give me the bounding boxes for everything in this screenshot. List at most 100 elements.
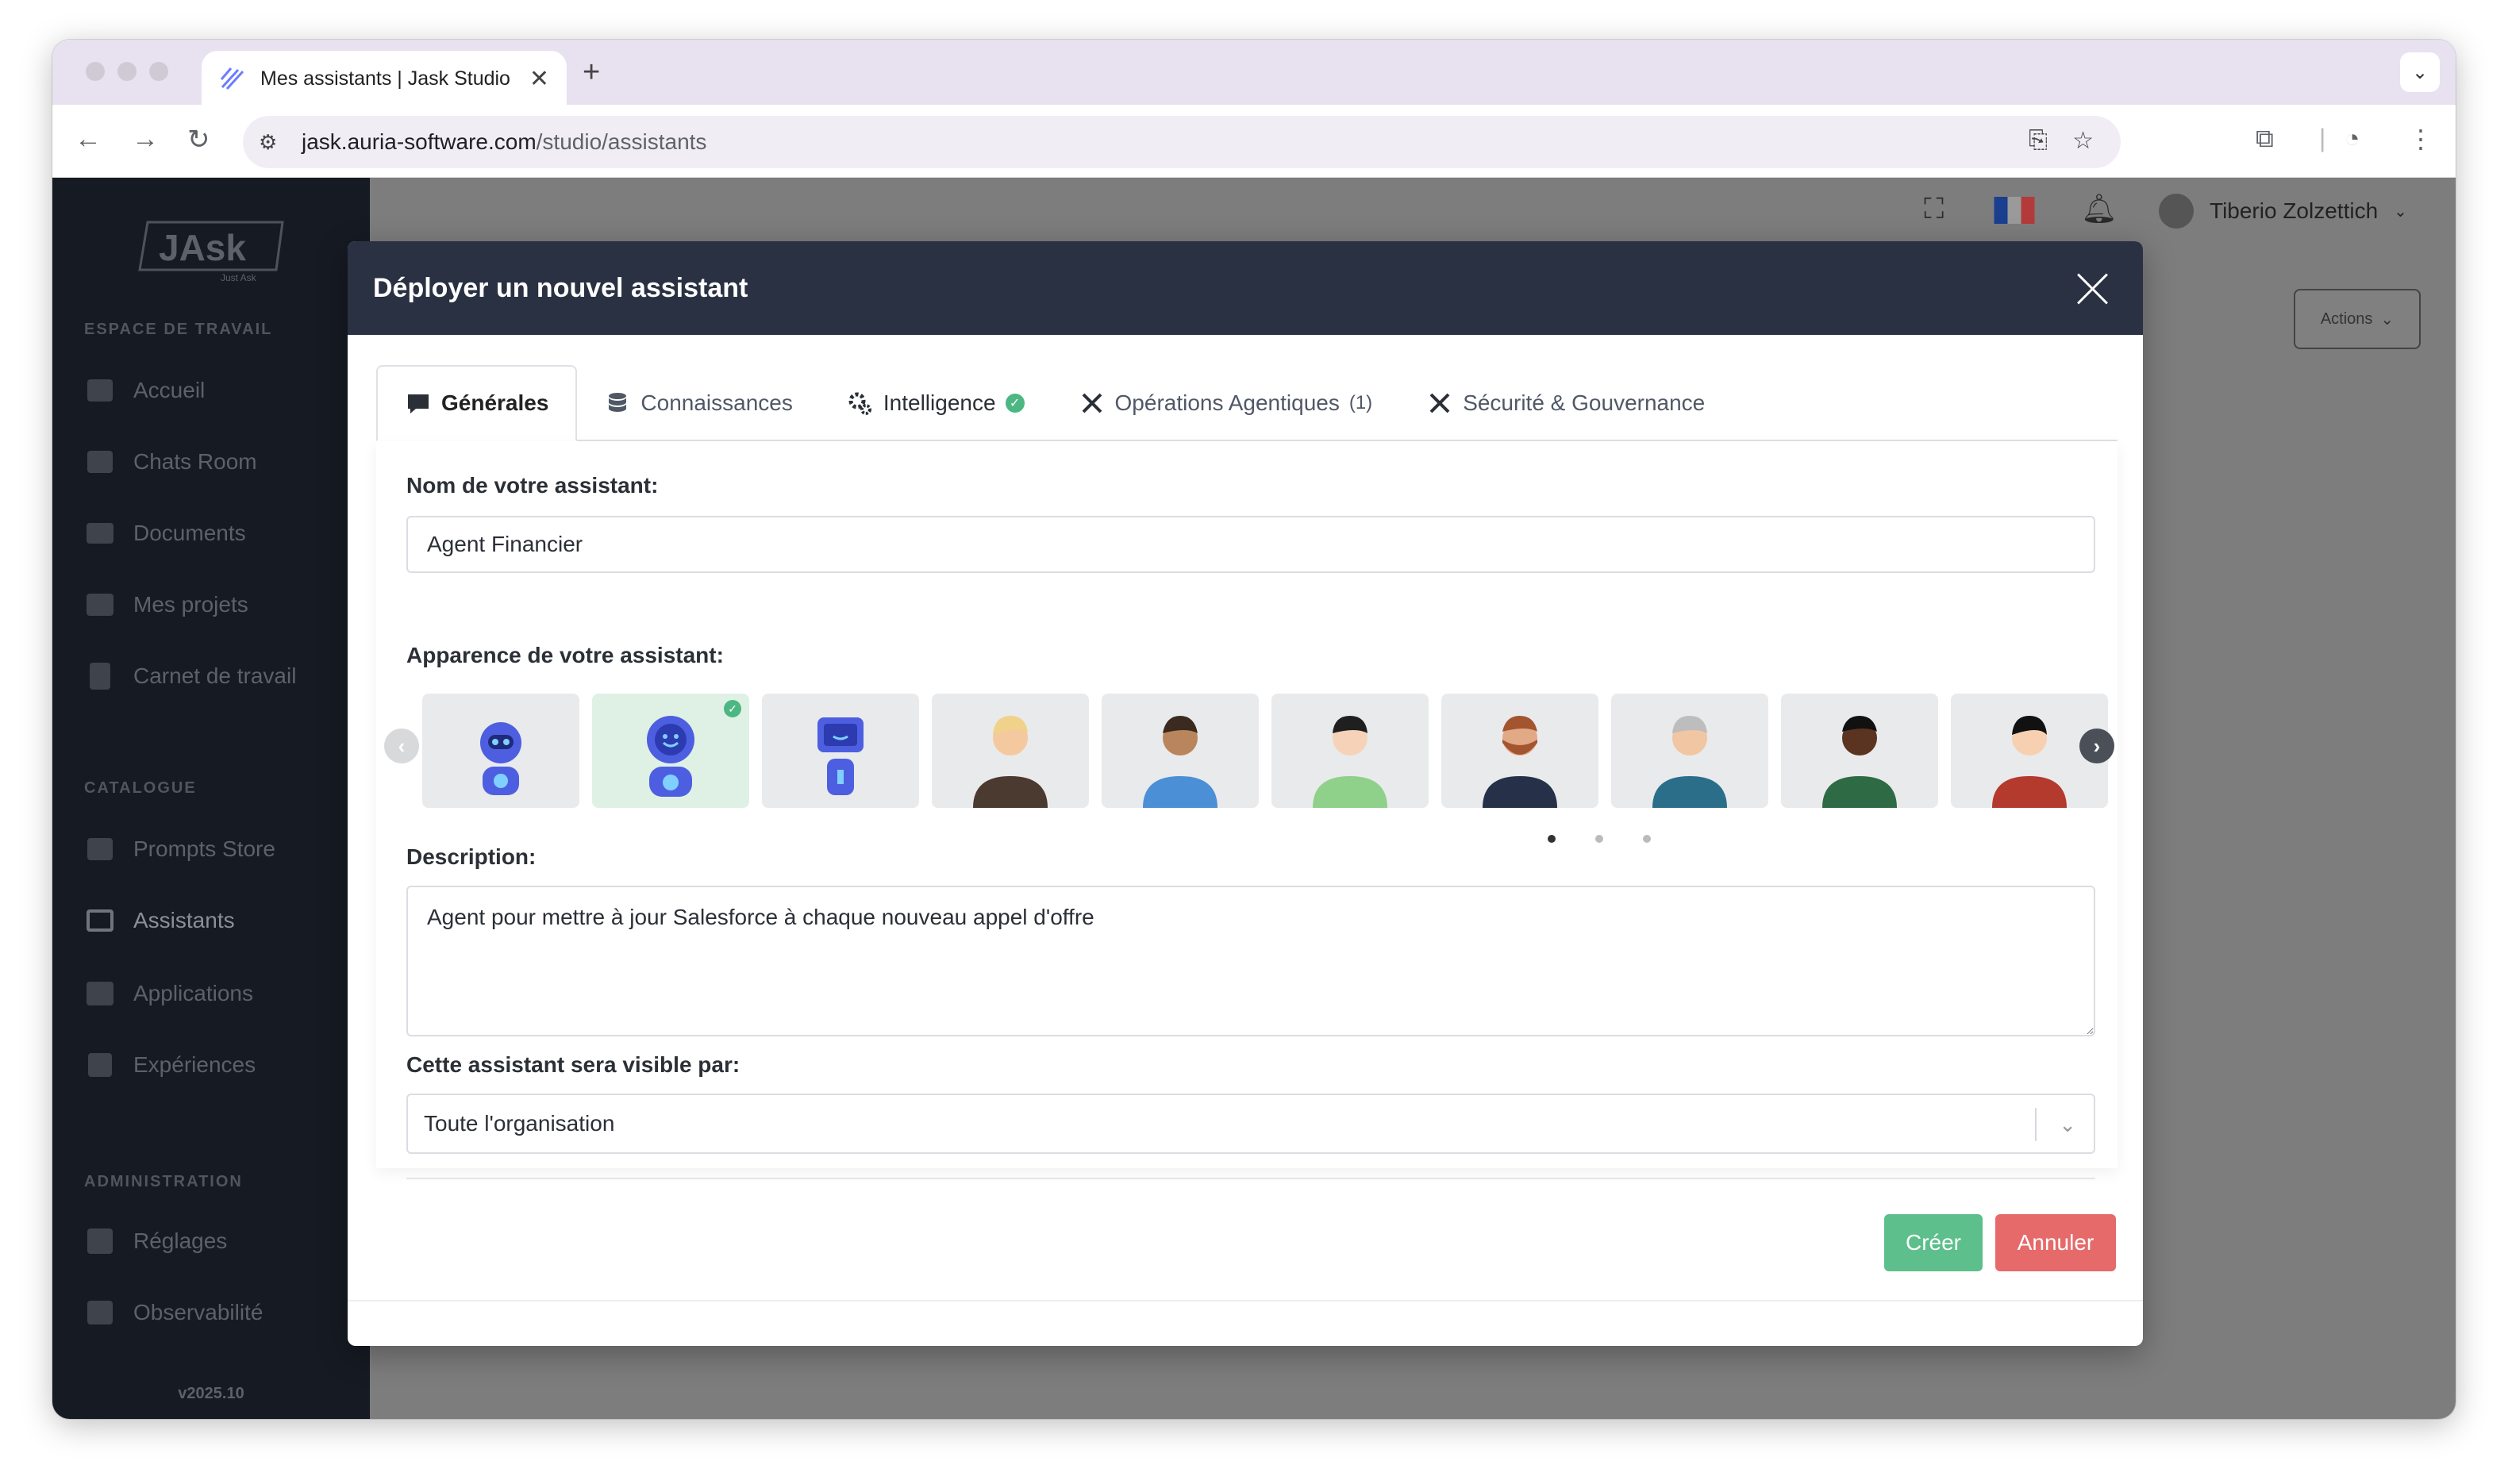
extensions-icon[interactable]: ⧉ <box>2256 124 2274 154</box>
reload-icon[interactable]: ↻ <box>187 124 210 156</box>
general-form: Nom de votre assistant: Apparence de vot… <box>376 441 2118 1179</box>
bar-chart-icon <box>84 1297 116 1328</box>
database-icon <box>609 393 627 412</box>
visibility-value: Toute l'organisation <box>424 1111 615 1136</box>
visibility-label: Cette assistant sera visible par: <box>406 1052 740 1077</box>
check-circle-icon: ✓ <box>1005 394 1025 413</box>
jask-favicon-icon <box>220 67 244 90</box>
tab-title: Mes assistants | Jask Studio <box>260 67 510 90</box>
sidebar-item-experiences[interactable]: Expériences <box>84 1049 256 1081</box>
app-version: v2025.10 <box>178 1385 244 1402</box>
tab-securite-gouvernance[interactable]: Sécurité & Gouvernance <box>1399 365 1732 441</box>
avatar-option[interactable] <box>1271 694 1429 808</box>
create-assistant-modal: Déployer un nouvel assistant Générales C… <box>348 241 2143 1346</box>
cogs-icon <box>848 392 871 415</box>
modal-header: Déployer un nouvel assistant <box>348 241 2143 335</box>
tab-strip: Mes assistants | Jask Studio ✕ + ⌄ <box>52 40 2456 106</box>
back-icon[interactable]: ← <box>75 124 102 155</box>
sidebar-item-assistants[interactable]: Assistants <box>84 905 235 936</box>
sidebar-item-prompts-store[interactable]: Prompts Store <box>84 833 275 865</box>
carousel-dot-active[interactable] <box>1548 835 1556 843</box>
actions-dropdown[interactable]: Actions ⌄ <box>2294 289 2421 349</box>
carousel-dot[interactable] <box>1595 835 1603 843</box>
folder-icon <box>84 517 116 549</box>
description-label: Description: <box>406 844 537 869</box>
notification-bell-icon[interactable]: 🔔︎ <box>2081 192 2118 225</box>
tab-intelligence[interactable]: Intelligence ✓ <box>820 365 1052 441</box>
url-host: jask.auria-software.com <box>302 129 537 154</box>
chevron-right-icon[interactable]: › <box>2079 729 2114 763</box>
tools-icon <box>1429 393 1450 413</box>
avatar-option[interactable] <box>1441 694 1598 808</box>
network-icon <box>84 978 116 1009</box>
user-menu[interactable]: Tiberio Zolzettich ⌄ <box>2159 194 2407 229</box>
description-textarea[interactable]: Agent pour mettre à jour Salesforce à ch… <box>406 886 2095 1036</box>
avatar-option[interactable] <box>1611 694 1768 808</box>
section-catalog: CATALOGUE <box>84 779 197 797</box>
new-tab-button[interactable]: + <box>583 56 600 90</box>
url-path: /studio/assistants <box>536 129 707 154</box>
sidebar-item-mes-projets[interactable]: Mes projets <box>84 589 248 621</box>
divider <box>406 1178 2095 1179</box>
sidebar-item-applications[interactable]: Applications <box>84 978 253 1009</box>
tab-generales[interactable]: Générales <box>376 365 578 441</box>
tab-close-icon[interactable]: ✕ <box>529 65 549 93</box>
monitor-icon <box>84 905 116 936</box>
browser-tab[interactable]: Mes assistants | Jask Studio ✕ <box>202 51 567 106</box>
translate-icon[interactable]: ⎘ <box>2029 127 2048 154</box>
briefcase-icon <box>84 589 116 621</box>
app-area: JAsk Just Ask ESPACE DE TRAVAIL Accueil … <box>52 178 2456 1419</box>
sidebar-item-accueil[interactable]: Accueil <box>84 375 205 406</box>
tools-icon <box>1082 393 1102 413</box>
bookmark-star-icon[interactable]: ☆ <box>2072 127 2094 155</box>
avatar-option[interactable] <box>1781 694 1938 808</box>
language-flag-icon[interactable] <box>1994 197 2035 224</box>
browser-toolbar: ← → ↻ ⚙ jask.auria-software.com/studio/a… <box>52 105 2456 178</box>
avatar-option[interactable] <box>932 694 1089 808</box>
selected-check-icon: ✓ <box>724 700 741 717</box>
modal-tabs: Générales Connaissances Intelligence ✓ O… <box>376 365 2118 441</box>
profile-icon[interactable]: ◔ <box>2345 124 2360 153</box>
chat-icon <box>84 446 116 478</box>
site-settings-icon[interactable]: ⚙ <box>259 130 290 155</box>
avatar-option[interactable] <box>762 694 919 808</box>
avatar <box>2159 194 2194 229</box>
visibility-select[interactable]: Toute l'organisation ⌄ <box>406 1094 2095 1154</box>
close-icon[interactable] <box>2076 273 2108 305</box>
chevron-left-icon[interactable]: ‹ <box>384 729 419 763</box>
name-label: Nom de votre assistant: <box>406 473 659 498</box>
sidebar-item-observabilite[interactable]: Observabilité <box>84 1297 263 1328</box>
section-admin: ADMINISTRATION <box>84 1173 243 1190</box>
avatar-carousel: ‹ ✓ › <box>384 687 2114 808</box>
window-controls[interactable] <box>86 62 168 81</box>
browser-menu-icon[interactable]: ⋮ <box>2408 124 2433 154</box>
svg-text:Just Ask: Just Ask <box>221 272 257 283</box>
tab-operations-agentiques[interactable]: Opérations Agentiques (1) <box>1052 365 1400 441</box>
avatar-option[interactable]: ✓ <box>592 694 749 808</box>
sidebar-item-documents[interactable]: Documents <box>84 517 246 549</box>
tools-icon <box>84 1225 116 1257</box>
jask-logo: JAsk Just Ask <box>138 221 284 283</box>
sidebar: JAsk Just Ask ESPACE DE TRAVAIL Accueil … <box>52 178 370 1419</box>
svg-text:JAsk: JAsk <box>159 227 246 268</box>
forward-icon[interactable]: → <box>132 124 159 155</box>
modal-footer-divider <box>348 1300 2143 1301</box>
tab-search-button[interactable]: ⌄ <box>2400 52 2440 92</box>
cancel-button[interactable]: Annuler <box>1995 1214 2116 1271</box>
address-bar[interactable]: ⚙ jask.auria-software.com/studio/assista… <box>243 116 2121 168</box>
fullscreen-icon[interactable]: ⛶ <box>1924 192 1944 226</box>
chevron-down-icon: ⌄ <box>2394 202 2407 221</box>
chevron-down-icon: ⌄ <box>2059 1113 2076 1136</box>
carousel-dot[interactable] <box>1643 835 1651 843</box>
tab-connaissances[interactable]: Connaissances <box>577 365 819 441</box>
prompt-icon <box>84 833 116 865</box>
modal-title: Déployer un nouvel assistant <box>373 272 748 303</box>
sidebar-item-reglages[interactable]: Réglages <box>84 1225 227 1257</box>
avatar-option[interactable] <box>422 694 579 808</box>
sidebar-item-carnet[interactable]: Carnet de travail <box>84 660 296 692</box>
assistant-name-input[interactable] <box>406 516 2095 573</box>
create-button[interactable]: Créer <box>1884 1214 1983 1271</box>
avatar-option[interactable] <box>1102 694 1259 808</box>
sidebar-item-chats-room[interactable]: Chats Room <box>84 446 257 478</box>
appearance-label: Apparence de votre assistant: <box>406 643 724 667</box>
